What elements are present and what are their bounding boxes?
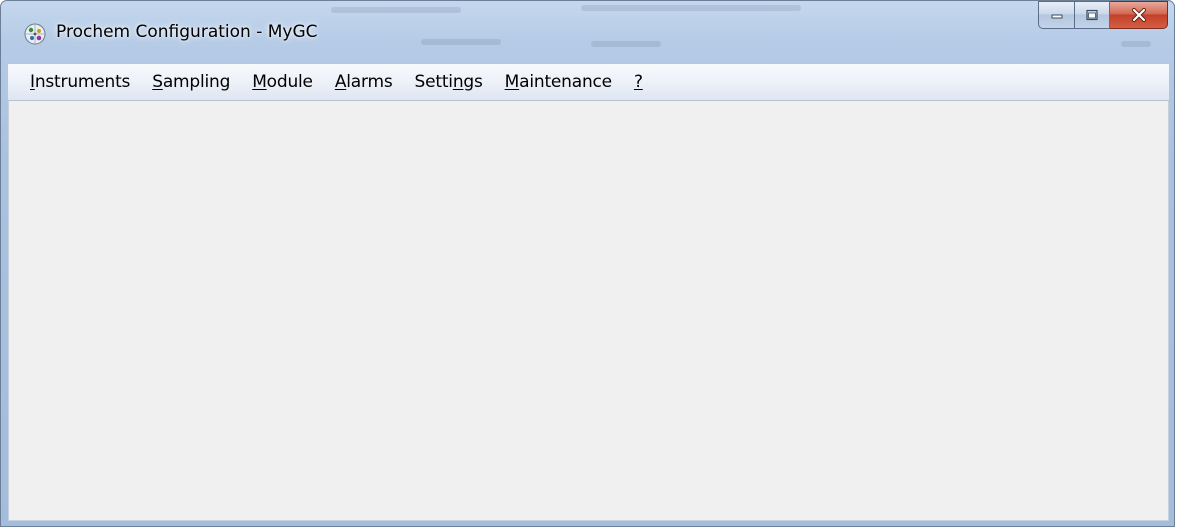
menu-maintenance[interactable]: Maintenance	[505, 72, 612, 92]
app-window: Prochem Configuration - MyGC Instruments…	[0, 0, 1175, 527]
menu-settings[interactable]: Settings	[415, 72, 483, 92]
app-icon	[24, 23, 46, 45]
close-button[interactable]	[1110, 1, 1168, 29]
menu-instruments[interactable]: Instruments	[30, 72, 130, 92]
maximize-icon	[1086, 9, 1098, 21]
close-icon	[1131, 8, 1146, 22]
minimize-icon	[1051, 14, 1062, 19]
menu-help[interactable]: ?	[634, 72, 643, 92]
caption-buttons	[1038, 1, 1168, 31]
minimize-button[interactable]	[1038, 1, 1074, 29]
title-bar[interactable]: Prochem Configuration - MyGC	[1, 1, 1174, 63]
menu-bar: Instruments Sampling Module Alarms Setti…	[8, 63, 1169, 101]
menu-module[interactable]: Module	[252, 72, 313, 92]
maximize-button[interactable]	[1074, 1, 1110, 29]
menu-sampling[interactable]: Sampling	[152, 72, 230, 92]
menu-alarms[interactable]: Alarms	[335, 72, 393, 92]
client-area	[8, 101, 1169, 521]
window-title: Prochem Configuration - MyGC	[56, 22, 318, 42]
